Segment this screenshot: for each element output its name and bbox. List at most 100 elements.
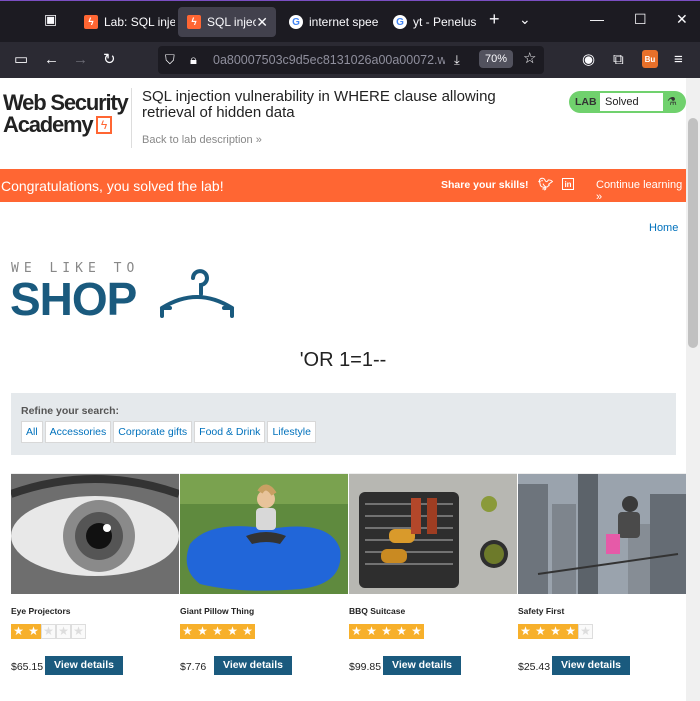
star-icon: ★ bbox=[563, 624, 578, 639]
star-icon: ★ bbox=[11, 624, 26, 639]
view-details-button[interactable]: View details bbox=[214, 656, 292, 675]
star-icon: ★ bbox=[56, 624, 71, 639]
category-corporate-gifts[interactable]: Corporate gifts bbox=[113, 421, 193, 443]
extensions-icon[interactable]: ⧉ bbox=[613, 50, 624, 70]
lab-header: Web Security Academy ϟ SQL injection vul… bbox=[0, 78, 686, 170]
star-icon: ★ bbox=[210, 624, 225, 639]
star-icon: ★ bbox=[409, 624, 424, 639]
product-price: $99.85 bbox=[349, 661, 382, 673]
share-label: Share your skills! bbox=[441, 179, 529, 191]
zoom-level[interactable]: 70% bbox=[479, 50, 514, 68]
download-icon[interactable]: ⤓ bbox=[454, 50, 460, 70]
view-details-button[interactable]: View details bbox=[383, 656, 461, 675]
product-image-safety-first[interactable] bbox=[518, 474, 686, 594]
burp-lab-icon: ϟ bbox=[84, 15, 98, 29]
product-card: BBQ Suitcase ★ ★ ★ ★ ★ $99.85 View details bbox=[349, 473, 517, 701]
product-card: Safety First ★ ★ ★ ★ ★ $25.43 View details bbox=[518, 473, 686, 701]
star-icon: ★ bbox=[349, 624, 364, 639]
menu-icon[interactable]: ≡ bbox=[674, 50, 683, 70]
star-icon: ★ bbox=[71, 624, 86, 639]
star-icon: ★ bbox=[240, 624, 255, 639]
back-to-description-link[interactable]: Back to lab description » bbox=[142, 134, 262, 146]
filter-label: Refine your search: bbox=[21, 405, 120, 417]
page-scrollbar[interactable] bbox=[686, 78, 700, 701]
tab-lab-sql-inje[interactable]: ϟ Lab: SQL inje bbox=[75, 7, 175, 37]
lab-status-value: Solved bbox=[600, 93, 663, 111]
browser-tab-bar: ▣ ϟ Lab: SQL inje ϟ SQL injecti ✕ G inte… bbox=[0, 0, 700, 42]
product-image-eye-projectors[interactable] bbox=[11, 474, 179, 594]
star-icon: ★ bbox=[379, 624, 394, 639]
category-accessories[interactable]: Accessories bbox=[44, 421, 112, 443]
star-icon: ★ bbox=[533, 624, 548, 639]
filter-panel: Refine your search: All Accessories Corp… bbox=[11, 393, 676, 455]
star-icon: ★ bbox=[26, 624, 41, 639]
solved-banner: Congratulations, you solved the lab! Sha… bbox=[0, 169, 686, 203]
star-icon: ★ bbox=[195, 624, 210, 639]
rating-stars: ★ ★ ★ ★ ★ bbox=[518, 624, 593, 639]
search-term-heading: 'OR 1=1-- bbox=[299, 349, 387, 371]
hanger-icon bbox=[160, 269, 234, 318]
star-icon: ★ bbox=[364, 624, 379, 639]
list-tabs-chevron-icon[interactable]: ⌄ bbox=[519, 11, 531, 28]
minimize-icon[interactable]: — bbox=[590, 11, 604, 27]
category-food-drink[interactable]: Food & Drink bbox=[194, 421, 266, 443]
google-icon: G bbox=[393, 15, 407, 29]
star-icon: ★ bbox=[578, 624, 593, 639]
account-icon[interactable]: ◉ bbox=[582, 50, 595, 70]
product-name: Eye Projectors bbox=[11, 606, 71, 616]
product-price: $7.76 bbox=[180, 661, 207, 673]
product-image-giant-pillow-thing[interactable] bbox=[180, 474, 348, 594]
academy-logo-icon: ϟ bbox=[96, 116, 112, 134]
product-image-bbq-suitcase[interactable] bbox=[349, 474, 517, 594]
congrats-message: Congratulations, you solved the lab! bbox=[1, 178, 224, 194]
product-card: Giant Pillow Thing ★ ★ ★ ★ ★ $7.76 View deta… bbox=[180, 473, 348, 701]
category-filters: All Accessories Corporate gifts Food & D… bbox=[21, 421, 316, 443]
shop-brand: SHOP bbox=[10, 273, 137, 325]
address-bar[interactable]: ⛉ 🔒︎ 0a80007503c9d5ec8131026a00a00072.we… bbox=[158, 46, 544, 74]
product-price: $25.43 bbox=[518, 661, 551, 673]
page-content: Web Security Academy ϟ SQL injection vul… bbox=[0, 78, 686, 701]
new-tab-icon[interactable]: + bbox=[489, 9, 500, 30]
product-price: $65.15 bbox=[11, 661, 44, 673]
product-name: Safety First bbox=[518, 606, 565, 616]
product-name: Giant Pillow Thing bbox=[180, 606, 255, 616]
url-text[interactable]: 0a80007503c9d5ec8131026a00a00072.we bbox=[213, 53, 445, 67]
view-details-button[interactable]: View details bbox=[552, 656, 630, 675]
scrollbar-thumb[interactable] bbox=[688, 118, 698, 348]
burp-extension-icon[interactable]: Bu bbox=[642, 50, 658, 68]
shield-icon[interactable]: ⛉ bbox=[165, 50, 175, 70]
tab-overview-icon[interactable]: ▣ bbox=[44, 11, 57, 28]
header-divider bbox=[131, 88, 132, 148]
category-lifestyle[interactable]: Lifestyle bbox=[267, 421, 316, 443]
close-tab-icon[interactable]: ✕ bbox=[256, 14, 268, 31]
tab-internet-speed[interactable]: G internet spee bbox=[280, 7, 380, 37]
rating-stars: ★ ★ ★ ★ ★ bbox=[349, 624, 424, 639]
lock-icon[interactable]: 🔒︎ bbox=[190, 50, 197, 70]
star-icon: ★ bbox=[394, 624, 409, 639]
sidebar-icon[interactable]: ▭ bbox=[14, 50, 28, 70]
linkedin-icon[interactable]: in bbox=[562, 178, 574, 190]
star-icon: ★ bbox=[180, 624, 195, 639]
twitter-icon[interactable]: 🐦︎ bbox=[538, 177, 553, 191]
tab-yt-penelusuran[interactable]: G yt - Penelusu bbox=[384, 7, 476, 37]
product-card: Eye Projectors ★ ★ ★ ★ ★ $65.15 View details bbox=[11, 473, 179, 701]
bookmark-star-icon[interactable]: ☆ bbox=[523, 49, 536, 69]
star-icon: ★ bbox=[548, 624, 563, 639]
lab-status-badge: LAB Solved ⚗ bbox=[569, 91, 686, 113]
reload-icon[interactable]: ↻ bbox=[103, 50, 116, 70]
double-chevron-icon: » bbox=[252, 134, 262, 146]
maximize-icon[interactable]: ☐ bbox=[634, 11, 647, 28]
star-icon: ★ bbox=[225, 624, 240, 639]
home-link[interactable]: Home bbox=[649, 222, 678, 234]
tab-sql-injecti[interactable]: ϟ SQL injecti ✕ bbox=[178, 7, 276, 37]
rating-stars: ★ ★ ★ ★ ★ bbox=[11, 624, 86, 639]
continue-learning-link[interactable]: Continue learning » bbox=[596, 179, 686, 203]
back-arrow-icon[interactable]: ← bbox=[44, 50, 59, 70]
view-details-button[interactable]: View details bbox=[45, 656, 123, 675]
product-grid: Eye Projectors ★ ★ ★ ★ ★ $65.15 View details… bbox=[11, 473, 686, 701]
category-all[interactable]: All bbox=[21, 421, 43, 443]
forward-arrow-icon[interactable]: → bbox=[73, 50, 88, 70]
star-icon: ★ bbox=[518, 624, 533, 639]
close-window-icon[interactable]: ✕ bbox=[676, 11, 688, 28]
lab-title: SQL injection vulnerability in WHERE cla… bbox=[142, 88, 496, 121]
